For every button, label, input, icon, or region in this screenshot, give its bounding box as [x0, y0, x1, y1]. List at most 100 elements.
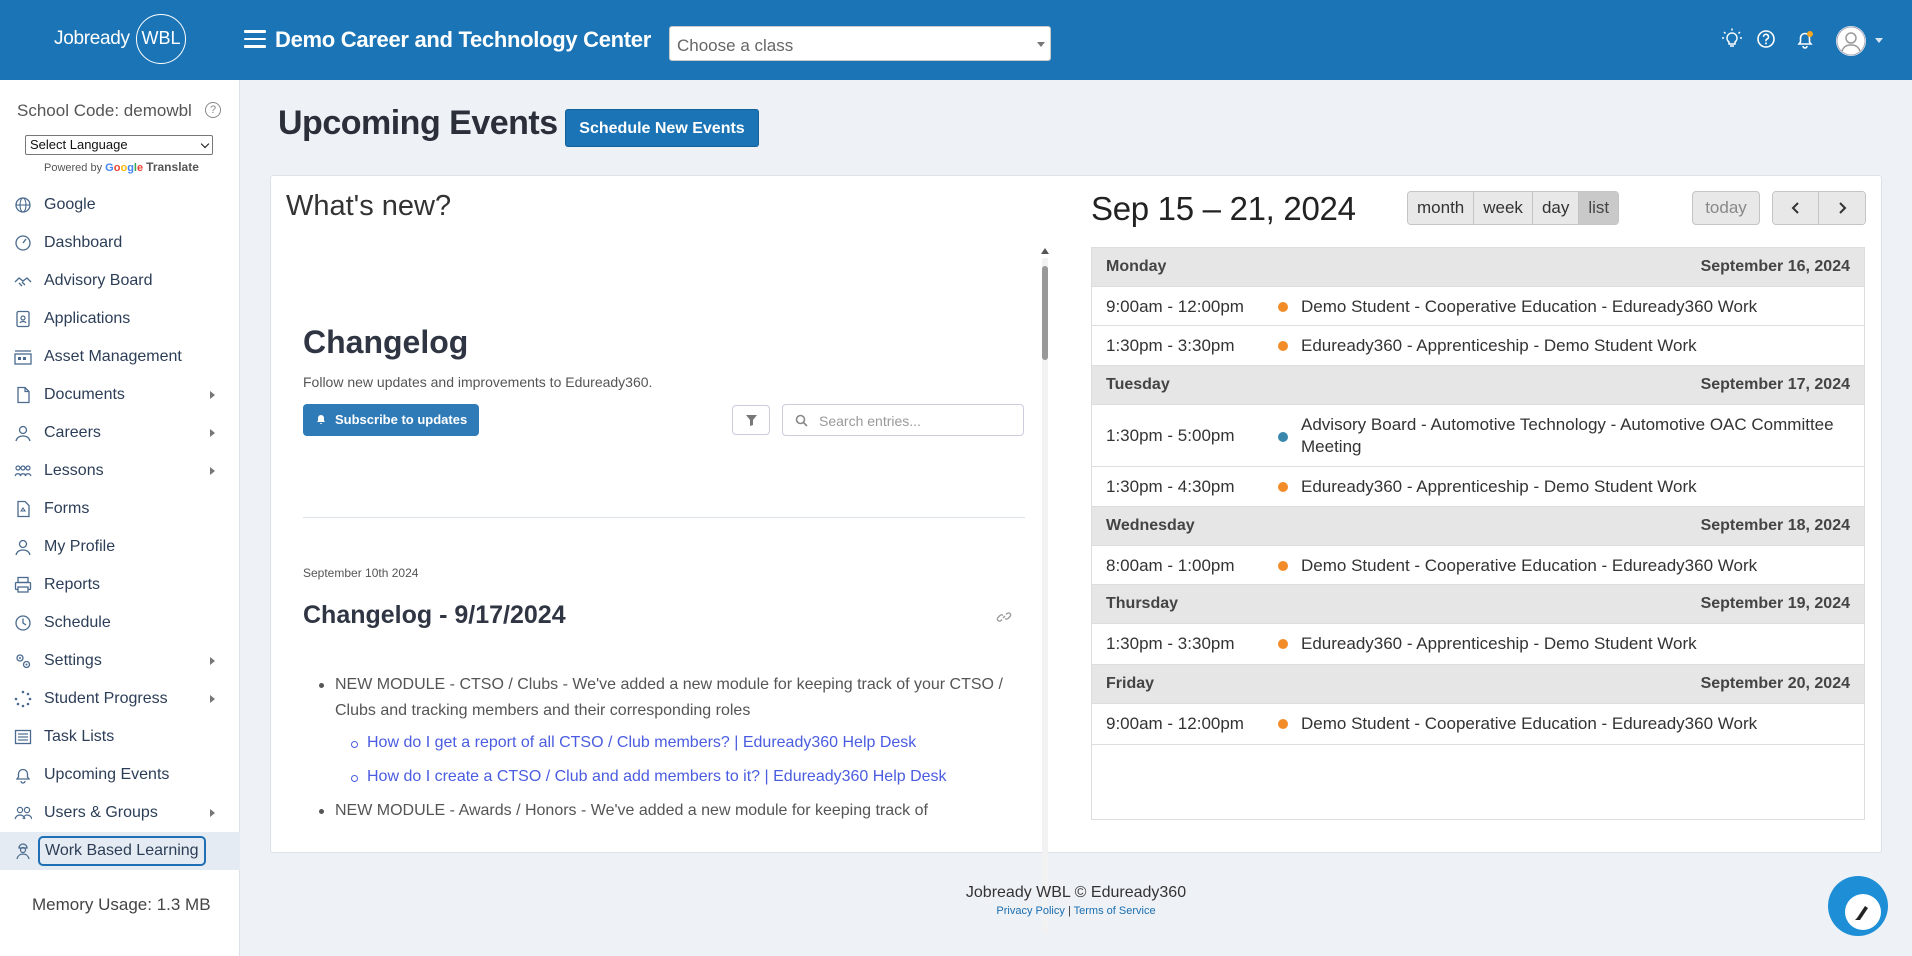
app-logo[interactable]: Jobready WBL [54, 14, 189, 64]
event-time: 1:30pm - 4:30pm [1106, 477, 1235, 496]
privacy-policy-link[interactable]: Privacy Policy [996, 905, 1064, 917]
calendar-view-switcher: month week day list [1407, 191, 1620, 225]
sidebar-item-work-based-learning[interactable]: Work Based Learning [0, 832, 240, 870]
event-title[interactable]: Demo Student - Cooperative Education - E… [1301, 713, 1841, 735]
sidebar-item-label: Google [44, 196, 96, 213]
chevron-right-icon[interactable] [210, 391, 215, 399]
help-icon[interactable]: ? [205, 102, 221, 118]
user-menu-caret-icon[interactable] [1875, 38, 1883, 43]
globe-icon [15, 197, 31, 213]
event-row[interactable]: 1:30pm - 3:30pm Eduready360 - Apprentices… [1092, 624, 1864, 665]
day-view-button[interactable]: day [1532, 192, 1580, 224]
event-title[interactable]: Demo Student - Cooperative Education - E… [1301, 296, 1841, 318]
sidebar-item-reports[interactable]: Reports [0, 566, 240, 604]
school-code: School Code: demowbl [17, 101, 192, 120]
chevron-right-icon[interactable] [210, 809, 215, 817]
day-date[interactable]: September 19, 2024 [1701, 595, 1850, 613]
chevron-right-icon[interactable] [210, 467, 215, 475]
calendar-list: Monday September 16, 2024 9:00am - 12:00pm… [1091, 247, 1865, 820]
sidebar-item-applications[interactable]: Applications [0, 300, 240, 338]
user-avatar[interactable] [1836, 26, 1866, 56]
application-icon [16, 310, 30, 328]
sidebar-item-lessons[interactable]: Lessons [0, 452, 240, 490]
event-row[interactable]: 9:00am - 12:00pm Demo Student - Cooperati… [1092, 287, 1864, 326]
event-time: 8:00am - 1:00pm [1106, 556, 1235, 575]
sidebar-item-task-lists[interactable]: Task Lists [0, 718, 240, 756]
printer-icon [14, 576, 32, 593]
asset-icon [14, 350, 32, 365]
chevron-right-icon[interactable] [210, 657, 215, 665]
google-translate-credit: Powered by Google Translate [44, 160, 199, 174]
day-date[interactable]: September 16, 2024 [1701, 258, 1850, 276]
next-week-button[interactable] [1819, 192, 1865, 224]
day-date[interactable]: September 20, 2024 [1701, 675, 1850, 693]
help-desk-link[interactable]: How do I get a report of all CTSO / Club… [303, 730, 1023, 756]
event-color-dot [1278, 561, 1288, 571]
subscribe-button[interactable]: Subscribe to updates [303, 404, 479, 436]
bell-icon [317, 415, 325, 424]
sidebar-item-label: Lessons [44, 462, 104, 479]
sidebar-item-schedule[interactable]: Schedule [0, 604, 240, 642]
search-entries-input[interactable]: Search entries... [782, 404, 1024, 436]
hamburger-menu-icon[interactable] [244, 30, 266, 48]
scroll-up-arrow-icon[interactable] [1041, 248, 1049, 254]
help-icon[interactable] [1755, 28, 1777, 50]
help-desk-link[interactable]: How do I create a CTSO / Club and add me… [303, 764, 1023, 790]
event-title[interactable]: Demo Student - Cooperative Education - E… [1301, 555, 1841, 577]
changelog-scrollbar[interactable] [1040, 248, 1050, 934]
lightbulb-icon[interactable] [1721, 28, 1743, 50]
today-button[interactable]: today [1692, 191, 1760, 225]
sidebar-item-dashboard[interactable]: Dashboard [0, 224, 240, 262]
sidebar-item-google[interactable]: Google [0, 186, 240, 224]
day-date[interactable]: September 17, 2024 [1701, 376, 1850, 394]
class-select[interactable]: Choose a class [669, 26, 1051, 61]
day-date[interactable]: September 18, 2024 [1701, 517, 1850, 535]
sidebar-item-my-profile[interactable]: My Profile [0, 528, 240, 566]
event-title[interactable]: Eduready360 - Apprenticeship - Demo Stud… [1301, 633, 1841, 655]
sidebar-item-advisory-board[interactable]: Advisory Board [0, 262, 240, 300]
sidebar-item-asset-management[interactable]: Asset Management [0, 338, 240, 376]
event-color-dot [1278, 432, 1288, 442]
sidebar-item-forms[interactable]: Forms [0, 490, 240, 528]
list-view-button[interactable]: list [1579, 192, 1619, 224]
event-title[interactable]: Eduready360 - Apprenticeship - Demo Stud… [1301, 476, 1841, 498]
sidebar-item-documents[interactable]: Documents [0, 376, 240, 414]
sidebar-item-label: Forms [44, 500, 90, 517]
entry-title[interactable]: Changelog - 9/17/2024 [303, 601, 566, 630]
day-header: Monday September 16, 2024 [1092, 248, 1864, 287]
sidebar-item-student-progress[interactable]: Student Progress [0, 680, 240, 718]
filter-button[interactable] [732, 405, 770, 435]
sidebar-item-label: Dashboard [44, 234, 123, 251]
changelog-embed[interactable]: Changelog Follow new updates and improve… [288, 246, 1038, 836]
logo-word: Jobready [54, 28, 130, 49]
language-select[interactable]: Select Language [25, 135, 213, 155]
sidebar-item-settings[interactable]: Settings [0, 642, 240, 680]
week-view-button[interactable]: week [1474, 192, 1533, 224]
terms-of-service-link[interactable]: Terms of Service [1074, 905, 1156, 917]
sidebar-item-upcoming-events[interactable]: Upcoming Events [0, 756, 240, 794]
event-row[interactable]: 1:30pm - 5:00pm Advisory Board - Automoti… [1092, 405, 1864, 467]
event-row[interactable]: 1:30pm - 3:30pm Eduready360 - Apprentices… [1092, 326, 1864, 366]
subscribe-button-label: Subscribe to updates [335, 412, 468, 427]
sidebar-item-label: Schedule [44, 614, 111, 631]
scrollbar-thumb[interactable] [1042, 266, 1048, 360]
sidebar-item-careers[interactable]: Careers [0, 414, 240, 452]
chat-icon[interactable] [1845, 894, 1881, 930]
event-row[interactable]: 8:00am - 1:00pm Demo Student - Cooperativ… [1092, 546, 1864, 585]
schedule-new-events-button[interactable]: Schedule New Events [565, 109, 759, 147]
chevron-right-icon[interactable] [210, 429, 215, 437]
chevron-right-icon[interactable] [210, 695, 215, 703]
month-view-button[interactable]: month [1408, 192, 1475, 224]
link-icon[interactable] [996, 609, 1012, 625]
changelog-subtitle: Follow new updates and improvements to E… [303, 374, 653, 390]
sidebar-item-users-and-groups[interactable]: Users & Groups [0, 794, 240, 832]
notification-bell-icon[interactable] [1794, 28, 1816, 50]
event-color-dot [1278, 302, 1288, 312]
prev-week-button[interactable] [1773, 192, 1819, 224]
sidebar: School Code: demowbl ? Select Language P… [0, 80, 240, 956]
day-header: Tuesday September 17, 2024 [1092, 366, 1864, 405]
event-title[interactable]: Eduready360 - Apprenticeship - Demo Stud… [1301, 335, 1841, 357]
event-row[interactable]: 1:30pm - 4:30pm Eduready360 - Apprentices… [1092, 467, 1864, 507]
event-title[interactable]: Advisory Board - Automotive Technology -… [1301, 414, 1841, 458]
event-row[interactable]: 9:00am - 12:00pm Demo Student - Cooperati… [1092, 704, 1864, 745]
